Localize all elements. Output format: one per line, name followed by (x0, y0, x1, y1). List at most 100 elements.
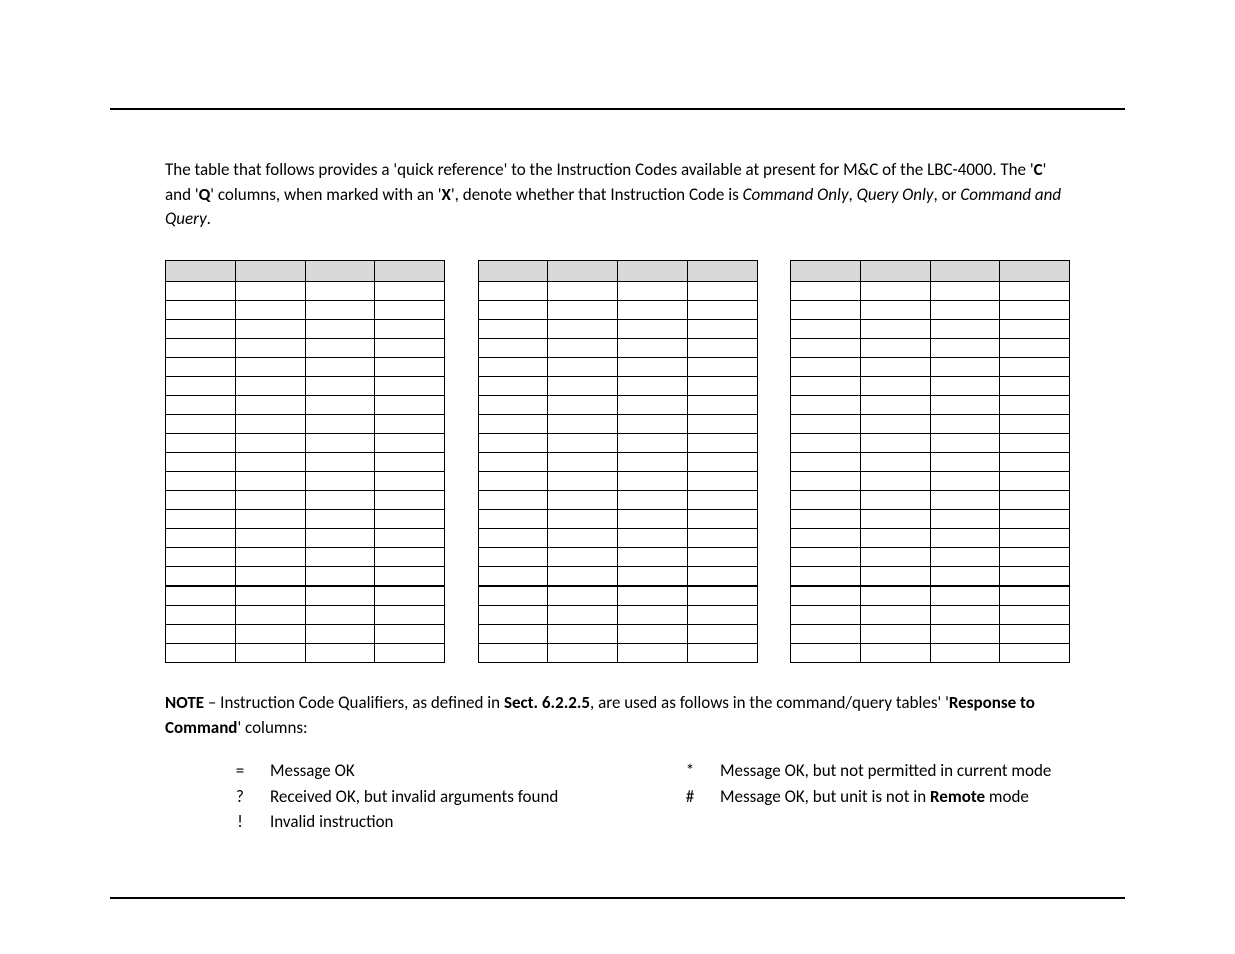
table-cell (860, 281, 930, 300)
table-cell (618, 433, 688, 452)
table-row (166, 414, 445, 433)
intro-text: . (207, 208, 211, 229)
table-cell (791, 338, 861, 357)
content-area: The table that follows provides a 'quick… (110, 108, 1125, 899)
table-cell (235, 605, 305, 624)
table-cell (860, 452, 930, 471)
qualifier-description: Received OK, but invalid arguments found (270, 784, 620, 810)
table-cell (791, 376, 861, 395)
table-cell (687, 433, 757, 452)
table-header-cell (1000, 260, 1070, 281)
table-cell (618, 414, 688, 433)
table-row (478, 395, 757, 414)
table-cell (1000, 624, 1070, 643)
qualifier-description: Invalid instruction (270, 809, 620, 835)
table-header-cell (235, 260, 305, 281)
table-row (478, 376, 757, 395)
table-row (478, 300, 757, 319)
table-cell (548, 643, 618, 662)
table-cell (1000, 605, 1070, 624)
table-cell (1000, 281, 1070, 300)
table-cell (860, 624, 930, 643)
table-cell (687, 643, 757, 662)
table-cell (478, 586, 548, 606)
table-row (791, 319, 1070, 338)
table-cell (478, 566, 548, 586)
qualifier-description-text: Invalid instruction (270, 811, 393, 832)
table-cell (1000, 490, 1070, 509)
reference-table (478, 260, 758, 663)
intro-text: , or (934, 184, 961, 205)
table-cell (860, 357, 930, 376)
table-row (478, 452, 757, 471)
table-cell (235, 566, 305, 586)
qualifier-description: Message OK, but not permitted in current… (720, 758, 1070, 784)
note-paragraph: NOTE – Instruction Code Qualifiers, as d… (165, 691, 1070, 740)
table-cell (235, 395, 305, 414)
top-rule (110, 108, 1125, 110)
table-cell (305, 471, 375, 490)
table-cell (791, 414, 861, 433)
table-cell (375, 586, 445, 606)
table-cell (166, 395, 236, 414)
table-cell (166, 300, 236, 319)
table-row (791, 528, 1070, 547)
table-cell (375, 281, 445, 300)
table-row (791, 395, 1070, 414)
intro-bold-x: X (442, 184, 451, 205)
table-row (166, 319, 445, 338)
table-row (166, 586, 445, 606)
qualifier-description-text: Message OK, but unit is not in (720, 786, 930, 807)
table-cell (618, 338, 688, 357)
table-cell (860, 528, 930, 547)
table-cell (305, 414, 375, 433)
table-cell (618, 471, 688, 490)
table-cell (548, 357, 618, 376)
table-row (478, 319, 757, 338)
qualifier-row: !Invalid instruction (210, 809, 620, 835)
table-cell (478, 281, 548, 300)
table-row (166, 528, 445, 547)
qualifier-symbol: # (660, 784, 720, 810)
qualifier-description-text: mode (985, 786, 1029, 807)
table-row (791, 566, 1070, 586)
table-cell (930, 624, 1000, 643)
table-row (166, 338, 445, 357)
table-cell (305, 319, 375, 338)
table-row (478, 338, 757, 357)
table-cell (305, 586, 375, 606)
intro-bold-c: C (1034, 159, 1043, 180)
table-cell (375, 547, 445, 566)
table-cell (618, 547, 688, 566)
qualifiers-left-column: =Message OK?Received OK, but invalid arg… (210, 758, 620, 835)
bottom-rule (110, 897, 1125, 899)
table-cell (1000, 300, 1070, 319)
table-cell (235, 624, 305, 643)
table-cell (478, 433, 548, 452)
table-cell (618, 528, 688, 547)
qualifiers-right-column: *Message OK, but not permitted in curren… (660, 758, 1070, 835)
table-row (791, 509, 1070, 528)
table-cell (166, 643, 236, 662)
table-cell (930, 586, 1000, 606)
table-cell (687, 452, 757, 471)
table-header-cell (305, 260, 375, 281)
table-cell (930, 509, 1000, 528)
table-cell (166, 319, 236, 338)
table-row (478, 528, 757, 547)
table-cell (687, 586, 757, 606)
note-text: ' columns: (237, 717, 307, 738)
table-header-cell (860, 260, 930, 281)
table-row (478, 281, 757, 300)
table-cell (375, 433, 445, 452)
table-cell (618, 586, 688, 606)
table-cell (791, 509, 861, 528)
table-row (478, 643, 757, 662)
table-header-row (478, 260, 757, 281)
table-header-cell (166, 260, 236, 281)
table-cell (930, 281, 1000, 300)
reference-table (790, 260, 1070, 663)
table-cell (166, 566, 236, 586)
table-cell (930, 395, 1000, 414)
table-cell (860, 509, 930, 528)
